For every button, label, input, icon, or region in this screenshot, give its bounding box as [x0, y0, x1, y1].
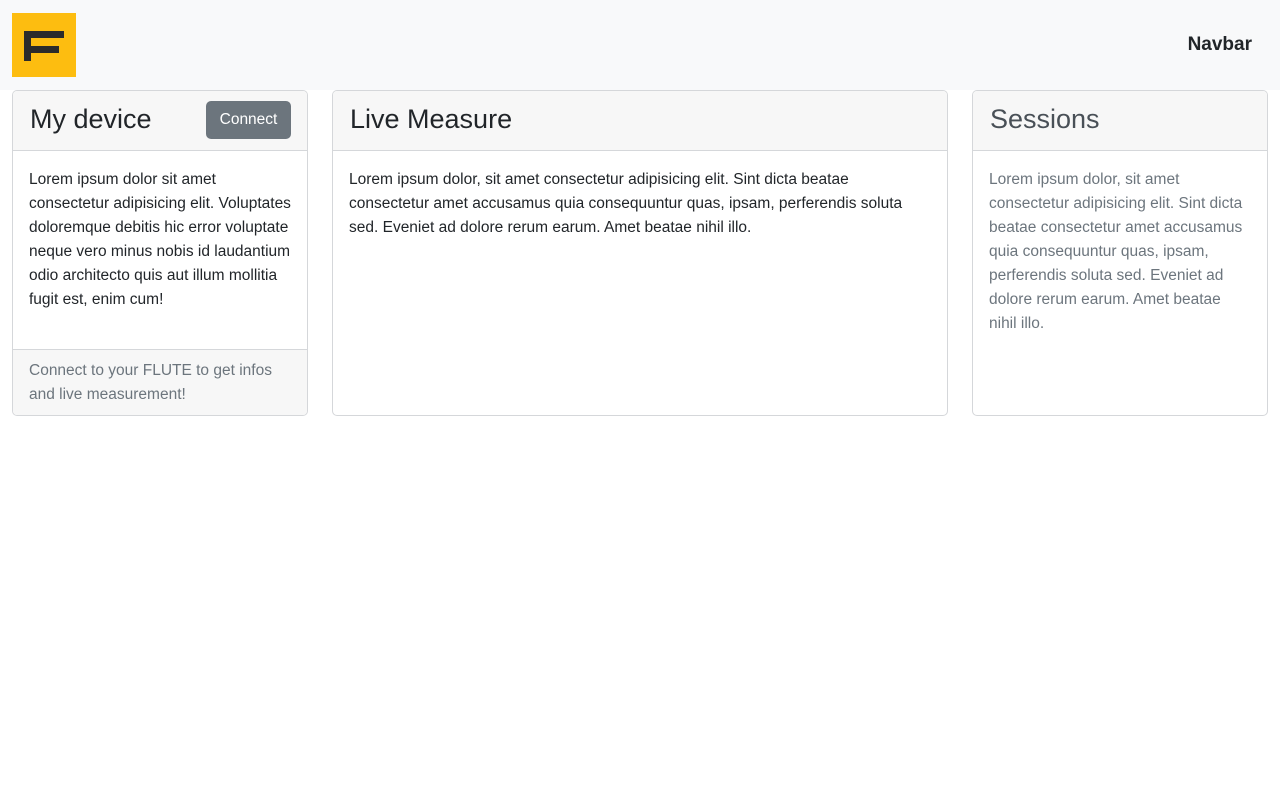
connect-hint-text: Connect to your FLUTE to get infos and l…	[29, 362, 272, 403]
connect-button[interactable]: Connect	[206, 101, 291, 139]
my-device-card: My device Connect Lorem ipsum dolor sit …	[12, 90, 308, 416]
card-header: Sessions	[973, 91, 1267, 151]
card-header: My device Connect	[13, 91, 307, 151]
card-header: Live Measure	[333, 91, 947, 151]
card-title: My device	[30, 104, 152, 134]
navbar: Navbar	[0, 0, 1280, 90]
card-title: Sessions	[990, 104, 1100, 134]
navbar-brand-link[interactable]: Navbar	[1188, 34, 1252, 56]
card-title: Live Measure	[350, 104, 513, 134]
card-footer: Connect to your FLUTE to get infos and l…	[13, 349, 307, 415]
card-text: Lorem ipsum dolor sit amet consectetur a…	[29, 171, 291, 308]
card-body: Lorem ipsum dolor sit amet consectetur a…	[13, 151, 307, 328]
card-text: Lorem ipsum dolor, sit amet consectetur …	[349, 171, 903, 236]
card-body: Lorem ipsum dolor, sit amet consectetur …	[973, 151, 1267, 352]
card-body: Lorem ipsum dolor, sit amet consectetur …	[333, 151, 947, 256]
flute-logo-icon[interactable]	[12, 13, 76, 77]
live-measure-card: Live Measure Lorem ipsum dolor, sit amet…	[332, 90, 948, 416]
sessions-card: Sessions Lorem ipsum dolor, sit amet con…	[972, 90, 1268, 416]
card-text: Lorem ipsum dolor, sit amet consectetur …	[989, 171, 1243, 332]
